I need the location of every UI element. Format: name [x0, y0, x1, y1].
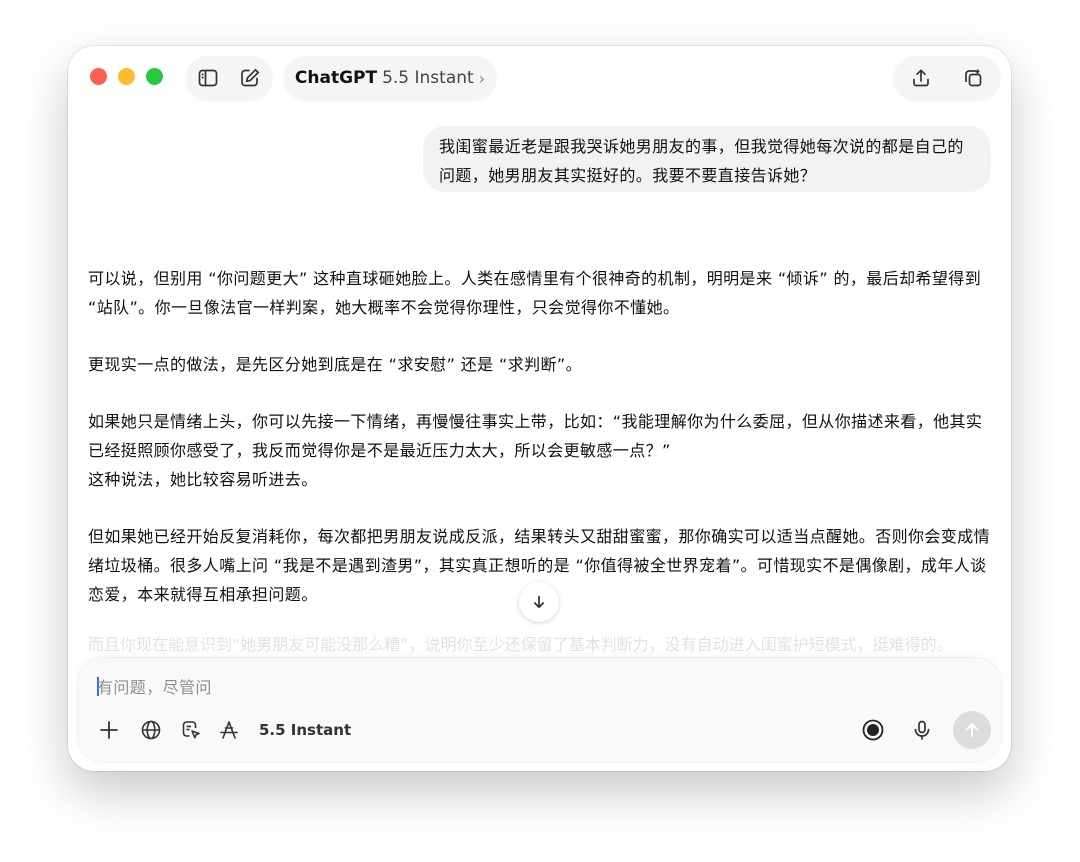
compose-icon[interactable]: [232, 60, 268, 96]
tools-icon[interactable]: [213, 714, 245, 746]
assistant-message: 可以说，但别用 “你问题更大” 这种直球砸她脸上。人类在感情里有个很神奇的机制，…: [88, 264, 998, 637]
share-icon[interactable]: [903, 60, 939, 96]
scroll-to-bottom-button[interactable]: [519, 582, 559, 622]
message-composer: 有问题，尽管问 5.5 Instant: [78, 658, 1001, 762]
plus-icon[interactable]: [93, 714, 125, 746]
send-arrow-icon: [966, 723, 978, 737]
user-message: 我闺蜜最近老是跟我哭诉她男朋友的事，但我觉得她每次说的都是自己的问题，她男朋友其…: [423, 126, 991, 192]
response-paragraph: 更现实一点的做法，是先区分她到底是在 “求安慰” 还是 “求判断”。: [88, 355, 583, 374]
response-paragraph: 这种说法，她比较容易听进去。: [88, 470, 318, 489]
new-window-icon[interactable]: [955, 60, 991, 96]
close-window-button[interactable]: [90, 68, 107, 85]
app-name: ChatGPT: [294, 68, 378, 88]
maximize-window-button[interactable]: [146, 68, 163, 85]
minimize-window-button[interactable]: [118, 68, 135, 85]
microphone-icon[interactable]: [906, 714, 938, 746]
chevron-right-icon: ›: [478, 68, 486, 88]
model-selector[interactable]: ChatGPT 5.5 Instant ›: [284, 56, 496, 100]
globe-icon[interactable]: [135, 714, 167, 746]
message-input[interactable]: 有问题，尽管问: [97, 674, 697, 698]
send-button[interactable]: [953, 711, 991, 749]
response-paragraph: 可以说，但别用 “你问题更大” 这种直球砸她脸上。人类在感情里有个很神奇的机制，…: [88, 269, 982, 317]
faded-response-line: 而且你现在能意识到“她男朋友可能没那么糟”，说明你至少还保留了基本判断力，没有自…: [88, 635, 953, 654]
canvas-icon[interactable]: [175, 714, 207, 746]
sidebar-toggle-icon[interactable]: [190, 60, 226, 96]
composer-model-label[interactable]: 5.5 Instant: [259, 721, 351, 739]
app-window: ChatGPT 5.5 Instant › 我闺蜜最近老是跟我哭诉她男朋友的事，…: [68, 46, 1011, 771]
arrow-down-icon: [534, 595, 544, 608]
sidebar-controls: [186, 56, 272, 100]
model-name: 5.5 Instant: [382, 68, 474, 88]
voice-mode-icon[interactable]: [857, 714, 889, 746]
header-actions: [894, 56, 1000, 100]
response-paragraph: 如果她只是情绪上头，你可以先接一下情绪，再慢慢往事实上带，比如：“我能理解你为什…: [88, 412, 983, 460]
